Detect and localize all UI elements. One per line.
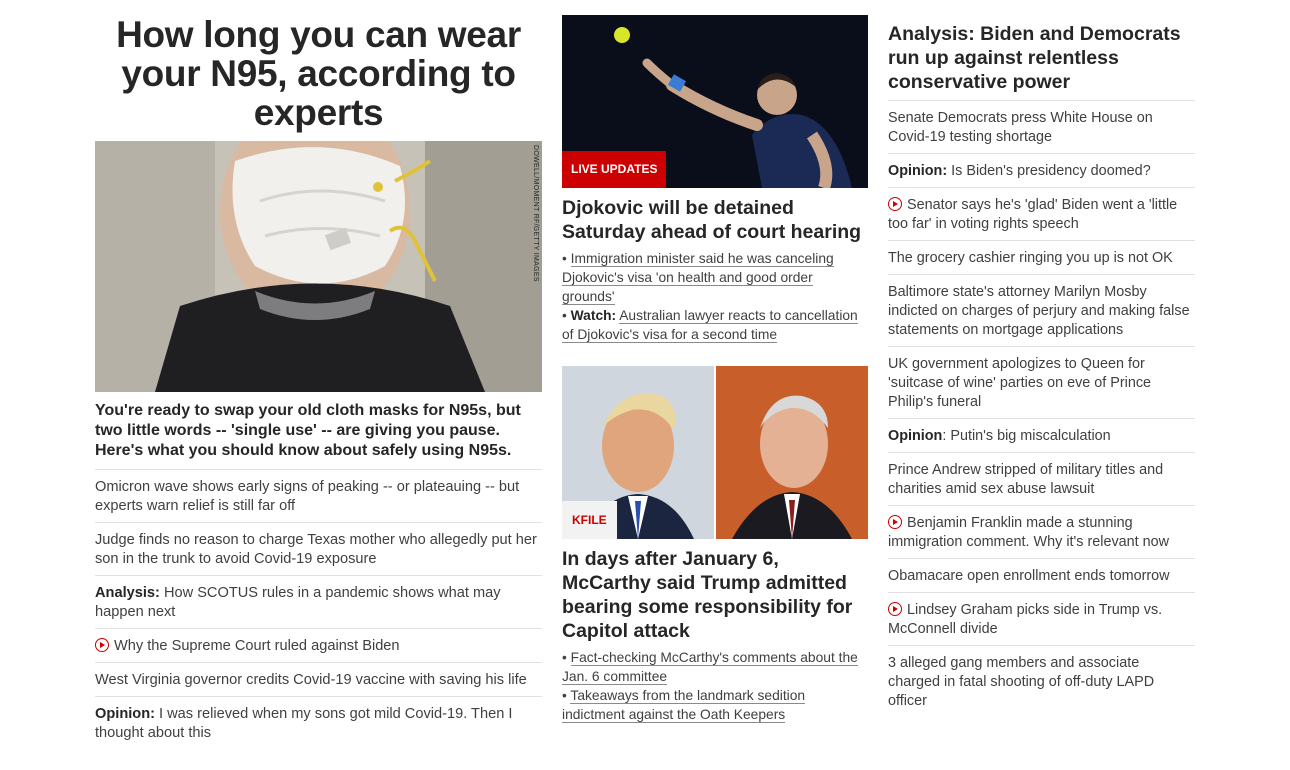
story-west-virginia-governor[interactable]: West Virginia governor credits Covid-19 …	[95, 663, 542, 697]
djokovic-headline[interactable]: Djokovic will be detained Saturday ahead…	[562, 196, 868, 244]
video-play-icon	[888, 197, 902, 211]
kfile-badge: KFILE	[562, 501, 617, 539]
story-supreme-court-biden[interactable]: Why the Supreme Court ruled against Bide…	[95, 629, 542, 663]
story-text: Lindsey Graham picks side in Trump vs. M…	[888, 602, 1163, 637]
story-texas-mother[interactable]: Judge finds no reason to charge Texas mo…	[95, 523, 542, 576]
story-item[interactable]: Benjamin Franklin made a stunning immigr…	[888, 506, 1195, 559]
lead-headline[interactable]: How long you can wear your N95, accordin…	[95, 15, 542, 132]
video-play-icon	[95, 638, 109, 652]
bullet-item: • Immigration minister said he was cance…	[562, 251, 834, 305]
video-play-icon	[888, 515, 902, 529]
story-text: Prince Andrew stripped of military title…	[888, 462, 1164, 497]
right-column: Analysis: Biden and Democrats run up aga…	[888, 0, 1195, 717]
mccarthy-headline[interactable]: In days after January 6, McCarthy said T…	[562, 547, 868, 643]
story-item[interactable]: Opinion: Putin's big miscalculation	[888, 419, 1195, 453]
djokovic-image[interactable]: LIVE UPDATES	[562, 15, 868, 188]
story-text: Senator says he's 'glad' Biden went a 'l…	[888, 197, 1178, 232]
story-prefix: Opinion:	[888, 163, 948, 179]
story-item[interactable]: Senator says he's 'glad' Biden went a 'l…	[888, 188, 1195, 241]
hero-image-n95[interactable]: DOWELL/MOMENT RF/GETTY IMAGES	[95, 141, 542, 392]
story-item[interactable]: Lindsey Graham picks side in Trump vs. M…	[888, 593, 1195, 646]
story-text: The grocery cashier ringing you up is no…	[888, 250, 1173, 266]
story-item[interactable]: Obamacare open enrollment ends tomorrow	[888, 559, 1195, 593]
story-text: Obamacare open enrollment ends tomorrow	[888, 568, 1170, 584]
right-column-story-list: Senate Democrats press White House on Co…	[888, 101, 1195, 717]
story-prefix: Analysis:	[95, 585, 160, 601]
story-text: Baltimore state's attorney Marilyn Mosby…	[888, 284, 1190, 338]
mccarthy-trump-image[interactable]: KFILE	[562, 366, 868, 539]
card-mccarthy: KFILE In days after January 6, McCarthy …	[562, 366, 868, 724]
bullet-item: • Takeaways from the landmark sedition i…	[562, 688, 806, 723]
n95-photo-illustration	[95, 141, 542, 392]
story-scotus-analysis[interactable]: Analysis: How SCOTUS rules in a pandemic…	[95, 576, 542, 629]
story-item[interactable]: Prince Andrew stripped of military title…	[888, 453, 1195, 506]
mccarthy-bullets: • Fact-checking McCarthy's comments abou…	[562, 648, 868, 724]
story-text: UK government apologizes to Queen for 's…	[888, 356, 1152, 410]
story-text: Benjamin Franklin made a stunning immigr…	[888, 515, 1170, 550]
story-text: Why the Supreme Court ruled against Bide…	[114, 638, 400, 654]
story-item[interactable]: UK government apologizes to Queen for 's…	[888, 347, 1195, 419]
story-text: Is Biden's presidency doomed?	[947, 163, 1151, 179]
story-text: Omicron wave shows early signs of peakin…	[95, 479, 520, 514]
story-item[interactable]: Baltimore state's attorney Marilyn Mosby…	[888, 275, 1195, 347]
story-prefix: Opinion	[888, 428, 943, 444]
djokovic-bullets: • Immigration minister said he was cance…	[562, 249, 868, 344]
bullet-prefix: Watch:	[570, 308, 617, 323]
story-omicron-peak[interactable]: Omicron wave shows early signs of peakin…	[95, 470, 542, 523]
middle-column: LIVE UPDATES Djokovic will be detained S…	[562, 0, 868, 724]
bullet-link-oath-keepers[interactable]: Takeaways from the landmark sedition ind…	[562, 688, 806, 723]
photo-credit: DOWELL/MOMENT RF/GETTY IMAGES	[532, 145, 539, 282]
story-opinion-sons-covid[interactable]: Opinion: I was relieved when my sons got…	[95, 697, 542, 749]
video-play-icon	[888, 602, 902, 616]
bullet-item: • Watch: Australian lawyer reacts to can…	[562, 308, 858, 343]
hero-summary[interactable]: You're ready to swap your old cloth mask…	[95, 401, 542, 470]
story-text: Senate Democrats press White House on Co…	[888, 110, 1153, 145]
bullet-item: • Fact-checking McCarthy's comments abou…	[562, 650, 858, 685]
biden-analysis-headline[interactable]: Analysis: Biden and Democrats run up aga…	[888, 22, 1195, 101]
lead-column: How long you can wear your N95, accordin…	[95, 0, 542, 749]
story-text: 3 alleged gang members and associate cha…	[888, 655, 1155, 709]
story-prefix: Opinion:	[95, 706, 155, 722]
story-item[interactable]: The grocery cashier ringing you up is no…	[888, 241, 1195, 275]
story-item[interactable]: 3 alleged gang members and associate cha…	[888, 646, 1195, 717]
story-text: : Putin's big miscalculation	[942, 428, 1111, 444]
story-text: West Virginia governor credits Covid-19 …	[95, 672, 527, 688]
story-item[interactable]: Senate Democrats press White House on Co…	[888, 101, 1195, 154]
bullet-link-visa[interactable]: Immigration minister said he was canceli…	[562, 251, 834, 305]
live-updates-badge: LIVE UPDATES	[562, 151, 667, 188]
story-item[interactable]: Opinion: Is Biden's presidency doomed?	[888, 154, 1195, 188]
card-djokovic: LIVE UPDATES Djokovic will be detained S…	[562, 15, 868, 344]
story-text: Judge finds no reason to charge Texas mo…	[95, 532, 537, 567]
bullet-link-fact-check[interactable]: Fact-checking McCarthy's comments about …	[562, 650, 858, 685]
story-text: I was relieved when my sons got mild Cov…	[95, 706, 513, 741]
